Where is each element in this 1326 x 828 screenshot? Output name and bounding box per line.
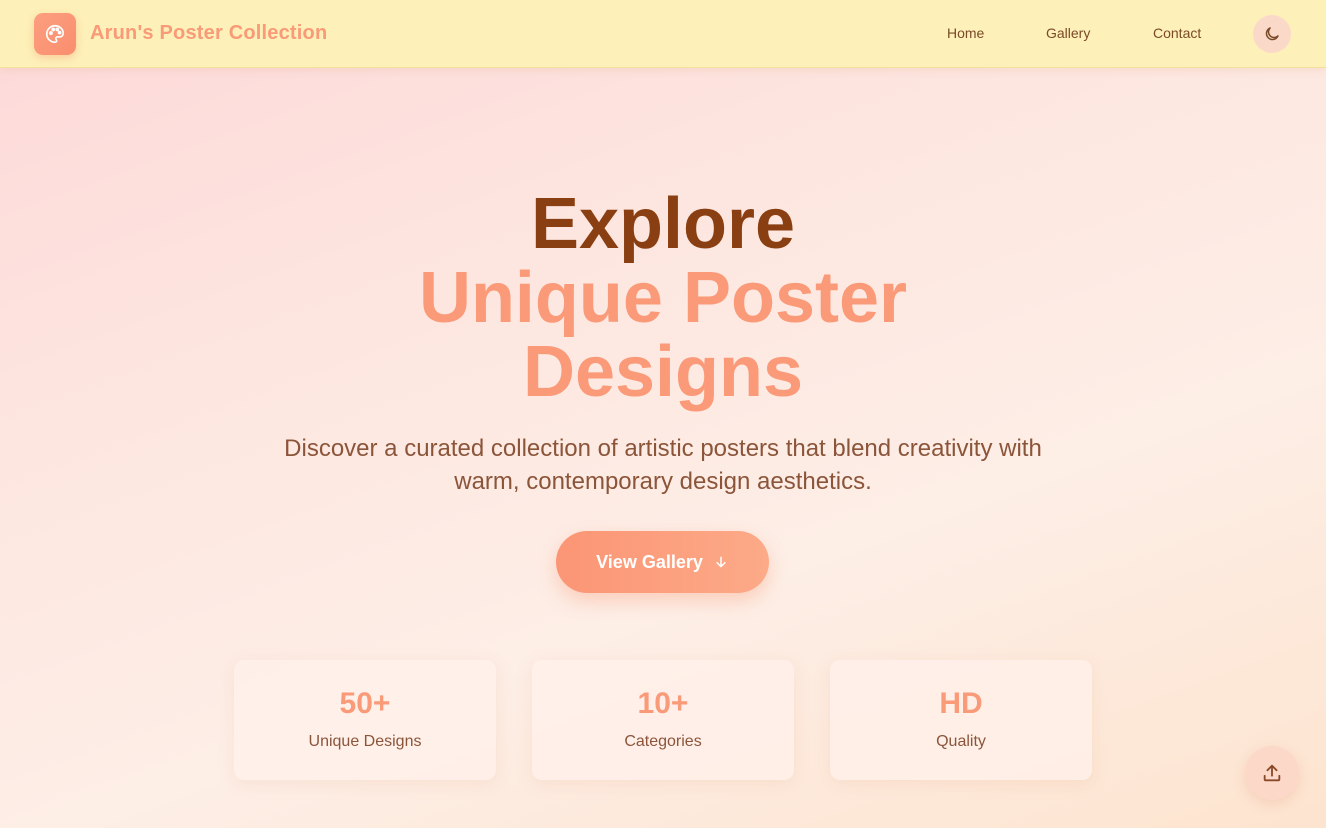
logo[interactable] <box>34 13 76 55</box>
stat-card-designs: 50+ Unique Designs <box>234 660 496 780</box>
arrow-down-icon <box>716 556 726 568</box>
hero-title-line-1: Explore <box>530 184 796 264</box>
moon-icon <box>1265 27 1279 41</box>
stat-value: 10+ <box>637 687 689 720</box>
brand-title[interactable]: Arun's Poster Collection <box>90 22 327 45</box>
hero-title-line-3: Designs <box>522 332 804 412</box>
theme-toggle-button[interactable] <box>1253 15 1291 53</box>
nav-link-contact[interactable]: Contact <box>1153 25 1201 41</box>
stat-value: HD <box>939 687 983 720</box>
upload-button[interactable] <box>1245 746 1299 800</box>
stat-value: 50+ <box>339 687 391 720</box>
stat-label: Unique Designs <box>308 733 422 750</box>
view-gallery-button[interactable]: View Gallery <box>556 531 769 593</box>
stat-label: Categories <box>624 733 702 750</box>
hero-title-line-2: Unique Poster <box>418 258 908 338</box>
nav-link-gallery[interactable]: Gallery <box>1046 25 1090 41</box>
stat-card-categories: 10+ Categories <box>532 660 794 780</box>
hero-subtitle: Discover a curated collection of artisti… <box>284 435 1042 495</box>
nav-link-home[interactable]: Home <box>947 25 984 41</box>
stat-label: Quality <box>936 733 986 750</box>
top-navbar: Arun's Poster Collection Home Gallery Co… <box>0 0 1326 68</box>
view-gallery-label: View Gallery <box>596 551 703 572</box>
palette-icon <box>46 24 65 44</box>
stat-card-quality: HD Quality <box>830 660 1092 780</box>
upload-icon <box>1263 764 1281 782</box>
